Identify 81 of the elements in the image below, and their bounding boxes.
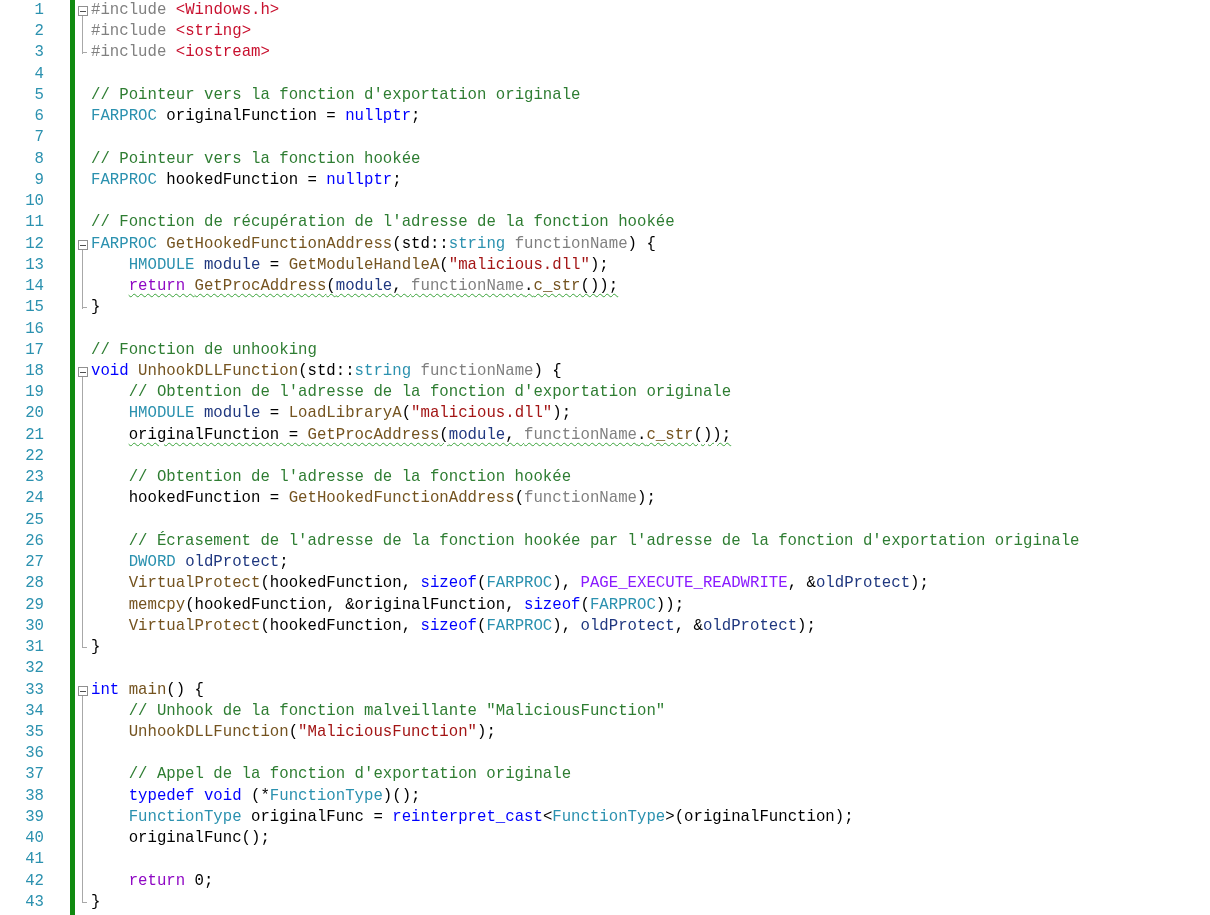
code-line: FARPROC originalFunction = nullptr; bbox=[91, 107, 421, 126]
line-number: 13 bbox=[25, 255, 44, 274]
line-number: 38 bbox=[25, 786, 44, 805]
line-number: 10 bbox=[25, 192, 44, 211]
code-line: hookedFunction = GetHookedFunctionAddress(functionName); bbox=[128, 489, 656, 508]
line-number: 12 bbox=[25, 234, 44, 253]
line-number: 2 bbox=[34, 22, 44, 41]
code-line: // Appel de la fonction d'exportation originale bbox=[128, 765, 572, 784]
line-number: 14 bbox=[25, 277, 44, 296]
code-line: // Pointeur vers la fonction d'exportation originale bbox=[91, 85, 581, 104]
code-line: } bbox=[91, 638, 101, 657]
line-number: 26 bbox=[25, 531, 44, 550]
line-number: 20 bbox=[25, 404, 44, 423]
line-number: 27 bbox=[25, 553, 44, 572]
fold-toggle[interactable] bbox=[78, 367, 88, 377]
line-number: 15 bbox=[25, 298, 44, 317]
fold-toggle[interactable] bbox=[78, 239, 88, 250]
line-number: 30 bbox=[25, 616, 44, 635]
line-number: 33 bbox=[25, 680, 44, 699]
line-number: 4 bbox=[34, 64, 44, 83]
line-number: 8 bbox=[34, 149, 44, 168]
line-number: 3 bbox=[34, 43, 44, 62]
line-number: 32 bbox=[25, 659, 44, 678]
code-line: FARPROC hookedFunction = nullptr; bbox=[91, 170, 402, 189]
line-number: 7 bbox=[34, 128, 44, 147]
code-line: #include <iostream> bbox=[91, 43, 270, 62]
line-number: 6 bbox=[34, 107, 44, 126]
code-line: HMODULE module = LoadLibraryA("malicious.dll"); bbox=[128, 404, 572, 423]
code-line: return 0; bbox=[128, 871, 214, 890]
line-number: 35 bbox=[25, 722, 44, 741]
code-line: // Fonction de unhooking bbox=[91, 340, 317, 359]
line-number: 11 bbox=[25, 213, 44, 232]
code-line: FunctionType originalFunc = reinterpret_cast<FunctionType>(originalFunction); bbox=[128, 807, 854, 826]
fold-toggle[interactable] bbox=[78, 6, 88, 16]
line-number: 41 bbox=[25, 850, 44, 869]
code-line: // Écrasement de l'adresse de la fonction hookée par l'adresse de la fonction d'exportation originale bbox=[128, 531, 1080, 550]
line-number: 5 bbox=[34, 85, 44, 104]
line-number: 24 bbox=[25, 489, 44, 508]
code-line: return GetProcAddress(module, functionName.c_str()); bbox=[128, 277, 619, 296]
code-line: // Obtention de l'adresse de la fonction hookée bbox=[128, 468, 572, 487]
code-line: FARPROC GetHookedFunctionAddress(std::string functionName) { bbox=[91, 234, 656, 253]
line-number: 19 bbox=[25, 383, 44, 402]
code-line: UnhookDLLFunction("MaliciousFunction"); bbox=[128, 722, 496, 741]
code-line: } bbox=[91, 892, 101, 911]
code-line: } bbox=[91, 298, 101, 317]
code-line: // Pointeur vers la fonction hookée bbox=[91, 149, 421, 168]
line-number: 25 bbox=[25, 510, 44, 529]
line-number: 29 bbox=[25, 595, 44, 614]
code-line: int main() { bbox=[91, 680, 204, 699]
code-line: VirtualProtect(hookedFunction, sizeof(FARPROC), PAGE_EXECUTE_READWRITE, &oldProtect); bbox=[128, 574, 929, 593]
line-number: 21 bbox=[25, 425, 44, 444]
line-number: 17 bbox=[25, 340, 44, 359]
line-number: 31 bbox=[25, 638, 44, 657]
code-line: #include <string> bbox=[91, 22, 252, 41]
code-line: void UnhookDLLFunction(std::string functionName) { bbox=[91, 362, 562, 380]
code-line: memcpy(hookedFunction, &originalFunction, sizeof(FARPROC)); bbox=[128, 595, 685, 614]
line-number: 1 bbox=[34, 1, 44, 19]
code-line: // Obtention de l'adresse de la fonction d'exportation originale bbox=[128, 383, 732, 402]
line-number: 37 bbox=[25, 765, 44, 784]
line-number: 42 bbox=[25, 871, 44, 890]
code-line: HMODULE module = GetModuleHandleA("malicious.dll"); bbox=[128, 255, 609, 274]
fold-toggle[interactable] bbox=[78, 685, 88, 696]
code-line: originalFunc(); bbox=[128, 829, 270, 848]
line-number: 9 bbox=[34, 170, 44, 189]
line-number: 39 bbox=[25, 807, 44, 826]
code-line: // Unhook de la fonction malveillante "MaliciousFunction" bbox=[128, 701, 666, 720]
line-number: 23 bbox=[25, 468, 44, 487]
line-number: 36 bbox=[25, 744, 44, 763]
code-line: DWORD oldProtect; bbox=[128, 553, 289, 572]
code-line: originalFunction = GetProcAddress(module, functionName.c_str()); bbox=[128, 425, 732, 444]
line-number: 22 bbox=[25, 446, 44, 465]
line-number: 40 bbox=[25, 829, 44, 848]
line-number: 28 bbox=[25, 574, 44, 593]
code-line: typedef void (*FunctionType)(); bbox=[128, 786, 421, 805]
line-number: 34 bbox=[25, 701, 44, 720]
code-line: VirtualProtect(hookedFunction, sizeof(FARPROC), oldProtect, &oldProtect); bbox=[128, 616, 816, 635]
line-number: 16 bbox=[25, 319, 44, 338]
line-number: 18 bbox=[25, 362, 44, 380]
line-number: 43 bbox=[25, 892, 44, 911]
code-line: #include <Windows.h> bbox=[91, 1, 280, 19]
code-line: // Fonction de récupération de l'adresse de la fonction hookée bbox=[91, 213, 675, 232]
